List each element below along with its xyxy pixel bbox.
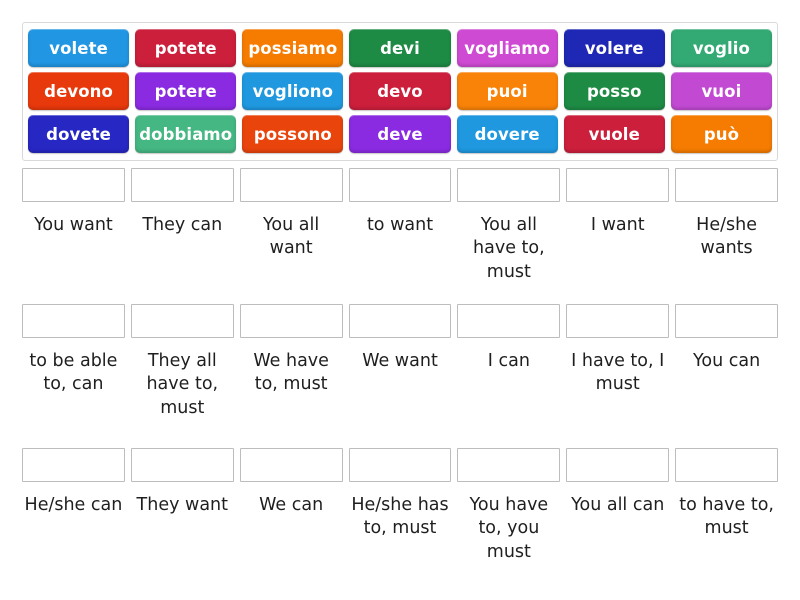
tile-vuole[interactable]: vuole [563,115,665,153]
drop-box[interactable] [675,448,779,482]
answer-label: You can [693,351,761,371]
answer-label: They can [142,215,223,235]
answer-cell: They want [130,448,234,578]
answer-label: He/she can [24,495,123,515]
drop-box[interactable] [348,448,452,482]
answer-label: We want [362,351,438,371]
answer-cell: to be able to, can [22,304,125,444]
tile-possiamo[interactable]: possiamo [242,29,344,67]
tile-devo[interactable]: devo [349,72,451,110]
answer-label: You all can [571,495,665,515]
drop-box[interactable] [348,304,452,338]
tile-dovete[interactable]: dovete [28,115,130,153]
answer-cell: I want [566,168,670,300]
tile-puo[interactable]: può [670,115,772,153]
answer-label: You all have to, must [473,215,545,282]
drop-box[interactable] [22,304,125,338]
tile-devono[interactable]: devono [28,72,130,110]
answer-cell: I can [457,304,561,444]
match-up-activity: volete potete possiamo devi vogliamo vol… [0,0,800,600]
tile-vogliamo[interactable]: vogliamo [456,29,558,67]
tile-dovere[interactable]: dovere [456,115,558,153]
answer-cell: You all can [566,448,670,578]
tile-voglio[interactable]: voglio [670,29,772,67]
answer-cell: You have to, you must [457,448,561,578]
answer-cell: We can [239,448,343,578]
answer-label: You want [34,215,113,235]
answer-cell: You want [22,168,125,300]
tile-posso[interactable]: posso [563,72,665,110]
answer-row-2: to be able to, can They all have to, mus… [22,304,779,444]
drop-box[interactable] [457,448,561,482]
answer-row-3: He/she can They want We can He/she has t… [22,448,779,578]
answer-label: We have to, must [253,351,329,395]
answer-label: to want [366,215,434,235]
answer-cell: We want [348,304,452,444]
answer-label: to be able to, can [29,351,118,395]
answer-label: I have to, I must [571,351,665,395]
tile-potere[interactable]: potere [135,72,237,110]
tile-deve[interactable]: deve [349,115,451,153]
draggable-tiles-tray: volete potete possiamo devi vogliamo vol… [22,22,778,161]
answer-label: He/she wants [696,215,757,259]
answer-cell: They can [130,168,234,300]
tile-volere[interactable]: volere [563,29,665,67]
answer-cell: You all want [239,168,343,300]
drop-box[interactable] [566,448,670,482]
answer-label: They want [136,495,229,515]
answer-cell: to want [348,168,452,300]
answer-label: You all want [263,215,320,259]
answer-label: They all have to, must [146,351,219,418]
drop-box[interactable] [348,168,452,202]
answer-label: We can [259,495,324,515]
drop-box[interactable] [675,304,779,338]
drop-box[interactable] [239,448,343,482]
tile-puoi[interactable]: puoi [456,72,558,110]
answer-cell: You can [675,304,779,444]
tile-vogliono[interactable]: vogliono [242,72,344,110]
drop-box[interactable] [130,168,234,202]
drop-box[interactable] [239,304,343,338]
answer-cell: We have to, must [239,304,343,444]
drop-box[interactable] [675,168,779,202]
answer-row-1: You want They can You all want to want Y… [22,168,779,300]
drop-box[interactable] [22,448,125,482]
tile-row-1: volete potete possiamo devi vogliamo vol… [28,29,772,67]
tile-row-3: dovete dobbiamo possono deve dovere vuol… [28,115,772,153]
answer-label: I can [487,351,530,371]
tile-row-2: devono potere vogliono devo puoi posso v… [28,72,772,110]
answer-label: You have to, you must [469,495,549,562]
tile-potete[interactable]: potete [135,29,237,67]
tile-vuoi[interactable]: vuoi [670,72,772,110]
answer-cell: to have to, must [675,448,779,578]
answer-cell: He/she wants [675,168,779,300]
answer-cell: I have to, I must [566,304,670,444]
drop-box[interactable] [566,168,670,202]
answer-label: to have to, must [679,495,774,539]
drop-box[interactable] [130,448,234,482]
drop-box[interactable] [566,304,670,338]
answer-label: I want [590,215,645,235]
answer-label: He/she has to, must [351,495,449,539]
drop-box[interactable] [457,168,561,202]
answer-cell: You all have to, must [457,168,561,300]
tile-volete[interactable]: volete [28,29,130,67]
tile-dobbiamo[interactable]: dobbiamo [135,115,237,153]
answer-cell: He/she has to, must [348,448,452,578]
answer-cell: They all have to, must [130,304,234,444]
drop-box[interactable] [457,304,561,338]
drop-box[interactable] [130,304,234,338]
drop-box[interactable] [239,168,343,202]
tile-devi[interactable]: devi [349,29,451,67]
drop-box[interactable] [22,168,125,202]
answer-grid: You want They can You all want to want Y… [22,168,779,582]
tile-possono[interactable]: possono [242,115,344,153]
answer-cell: He/she can [22,448,125,578]
